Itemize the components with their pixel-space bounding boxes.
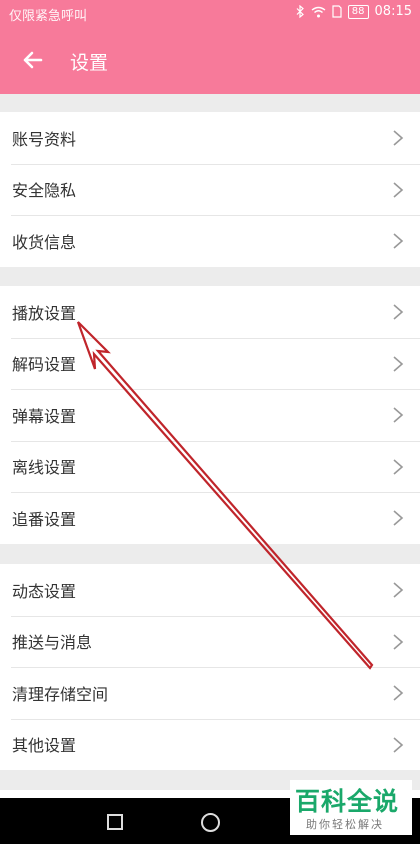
settings-item-label: 清理存储空间 <box>12 684 109 704</box>
carrier-text: 仅限紧急呼叫 <box>9 9 88 24</box>
page-title: 设置 <box>70 52 109 74</box>
settings-item-danmaku[interactable]: 弹幕设置 <box>0 389 420 441</box>
home-icon[interactable] <box>201 813 220 832</box>
chevron-right-icon <box>393 304 404 320</box>
recent-apps-icon[interactable] <box>107 814 123 830</box>
chevron-right-icon <box>393 233 404 249</box>
bluetooth-icon <box>296 5 304 18</box>
settings-item-label: 解码设置 <box>12 355 77 375</box>
settings-item-label: 播放设置 <box>12 303 77 323</box>
settings-item-offline[interactable]: 离线设置 <box>0 440 420 493</box>
chevron-right-icon <box>393 355 404 372</box>
watermark: 百科全说 助你轻松解决 <box>290 780 412 835</box>
settings-item-label: 追番设置 <box>12 509 77 529</box>
settings-item-label: 其他设置 <box>12 736 77 756</box>
watermark-slogan: 助你轻松解决 <box>306 818 384 831</box>
settings-group-playback: 播放设置 解码设置 弹幕设置 离线设置 追番设置 <box>0 286 420 544</box>
battery-icon: 88 <box>347 4 369 19</box>
settings-item-label: 收货信息 <box>12 232 77 252</box>
app-header: 仅限紧急呼叫 88 08:15 设置 <box>0 0 420 94</box>
settings-item-clear-storage[interactable]: 清理存储空间 <box>0 667 420 719</box>
settings-item-label: 动态设置 <box>12 581 77 601</box>
chevron-right-icon <box>393 510 404 526</box>
settings-item-other[interactable]: 其他设置 <box>0 718 420 771</box>
chevron-right-icon <box>393 407 404 423</box>
app-bar: 设置 <box>0 28 420 94</box>
settings-item-decoding[interactable]: 解码设置 <box>0 337 420 390</box>
status-bar: 仅限紧急呼叫 88 08:15 <box>0 0 420 28</box>
wifi-icon <box>311 6 326 17</box>
chevron-right-icon <box>393 130 404 146</box>
settings-item-label: 账号资料 <box>12 129 77 149</box>
chevron-right-icon <box>393 736 404 753</box>
settings-item-dynamic[interactable]: 动态设置 <box>0 564 420 616</box>
settings-item-playback[interactable]: 播放设置 <box>0 286 420 338</box>
chevron-right-icon <box>393 582 404 598</box>
watermark-brand: 百科全说 <box>295 787 400 816</box>
arrow-left-icon[interactable] <box>18 45 48 75</box>
chevron-right-icon <box>393 685 404 701</box>
chevron-right-icon <box>393 633 404 650</box>
settings-item-account-profile[interactable]: 账号资料 <box>0 112 420 164</box>
settings-item-label: 推送与消息 <box>12 633 93 653</box>
status-icons: 88 08:15 <box>296 4 412 19</box>
settings-item-follow-anime[interactable]: 追番设置 <box>0 492 420 544</box>
settings-item-label: 弹幕设置 <box>12 406 77 426</box>
sim-icon <box>332 5 342 18</box>
settings-item-shipping-info[interactable]: 收货信息 <box>0 215 420 267</box>
settings-item-push-messages[interactable]: 推送与消息 <box>0 615 420 668</box>
chevron-right-icon <box>393 181 404 198</box>
clock: 08:15 <box>374 4 412 19</box>
settings-group-account: 账号资料 安全隐私 收货信息 <box>0 112 420 267</box>
settings-group-other: 动态设置 推送与消息 清理存储空间 其他设置 <box>0 564 420 770</box>
chevron-right-icon <box>393 458 404 475</box>
settings-item-label: 安全隐私 <box>12 181 77 201</box>
settings-item-security-privacy[interactable]: 安全隐私 <box>0 163 420 216</box>
settings-item-label: 离线设置 <box>12 458 77 478</box>
